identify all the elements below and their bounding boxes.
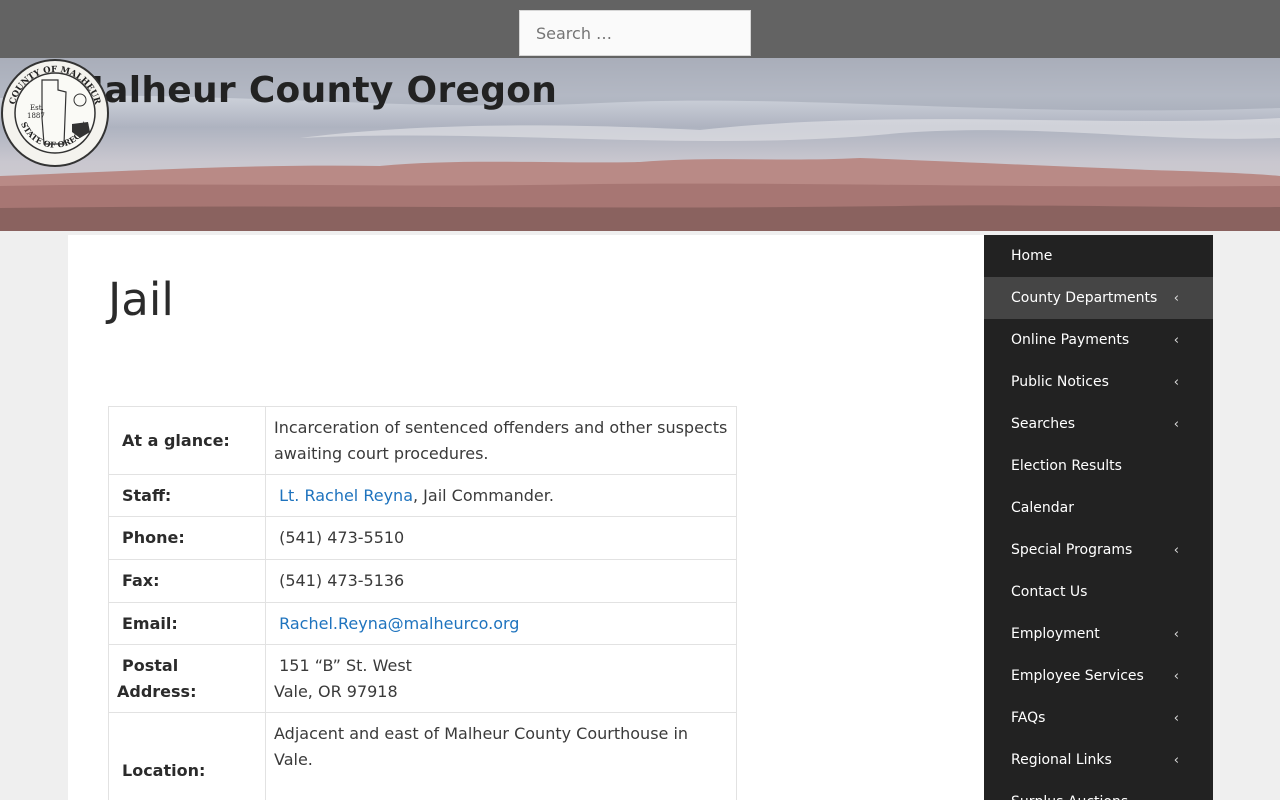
sidebar-nav: Home County Departments ‹ Online Payments ‹ P… [984,235,1213,800]
postal-label-line2: Address: [117,681,197,701]
fax-cell: (541) 473-5136 [265,559,737,603]
sidebar-item-public-notices[interactable]: Public Notices ‹ [984,361,1213,403]
sidebar-item-label: Employment [1011,626,1100,642]
sidebar-item-home[interactable]: Home [984,235,1213,277]
sidebar-item-label: Calendar [1011,500,1074,516]
staff-link[interactable]: Lt. Rachel Reyna [279,486,413,505]
sidebar-item-surplus-auctions[interactable]: Surplus Auctions [984,781,1213,800]
postal-line2: Vale, OR 97918 [274,681,398,701]
table-row: Phone: (541) 473-5510 [108,516,737,560]
sidebar-item-label: FAQs [1011,710,1046,726]
chevron-left-icon[interactable]: ‹ [1174,627,1179,642]
table-row: Fax: (541) 473-5136 [108,559,737,603]
sidebar-item-searches[interactable]: Searches ‹ [984,403,1213,445]
sidebar-item-label: Surplus Auctions [1011,794,1128,800]
chevron-left-icon[interactable]: ‹ [1174,711,1179,726]
chevron-left-icon[interactable]: ‹ [1174,375,1179,390]
email-label: Email: [108,602,266,645]
table-row: Staff: Lt. Rachel Reyna, Jail Commander. [108,474,737,517]
sidebar-item-label: Regional Links [1011,752,1112,768]
sidebar-item-label: Searches [1011,416,1076,432]
chevron-left-icon[interactable]: ‹ [1174,669,1179,684]
chevron-left-icon[interactable]: ‹ [1174,333,1179,348]
sidebar-item-label: Contact Us [1011,584,1088,600]
fax-value: (541) 473-5136 [279,571,405,590]
county-seal-logo[interactable]: COUNTY OF MALHEUR STATE OF OREGON Est. 1… [0,58,110,168]
staff-value: Lt. Rachel Reyna, Jail Commander. [265,474,737,517]
main-content: Jail At a glance: Incarceration of sente… [68,235,984,800]
sidebar-item-employee-services[interactable]: Employee Services ‹ [984,655,1213,697]
svg-text:Est.: Est. [30,104,44,112]
chevron-left-icon[interactable]: ‹ [1174,291,1179,306]
fax-label: Fax: [108,559,266,603]
search-input[interactable] [519,10,751,56]
sidebar-item-label: Public Notices [1011,374,1109,390]
email-link[interactable]: Rachel.Reyna@malheurco.org [279,614,519,633]
email-cell: Rachel.Reyna@malheurco.org [265,602,737,645]
page-title: Jail [108,273,174,326]
sidebar-item-election-results[interactable]: Election Results [984,445,1213,487]
chevron-left-icon[interactable]: ‹ [1174,543,1179,558]
chevron-left-icon[interactable]: ‹ [1174,753,1179,768]
glance-value: Incarceration of sentenced offenders and… [265,406,737,475]
site-title[interactable]: Malheur County Oregon [68,70,557,111]
phone-label: Phone: [108,516,266,560]
postal-label-line1: Postal [122,655,179,675]
sidebar-item-label: Special Programs [1011,542,1133,558]
sidebar-item-special-programs[interactable]: Special Programs ‹ [984,529,1213,571]
location-value: Adjacent and east of Malheur County Cour… [265,712,737,800]
glance-label: At a glance: [108,406,266,475]
sidebar-item-faqs[interactable]: FAQs ‹ [984,697,1213,739]
sidebar-item-label: Home [1011,248,1053,264]
postal-label: Postal Address: [108,644,266,713]
staff-title: , Jail Commander. [413,485,554,505]
chevron-left-icon[interactable]: ‹ [1174,417,1179,432]
table-row: Location: Adjacent and east of Malheur C… [108,712,737,800]
top-bar [0,0,1280,58]
sidebar-item-regional-links[interactable]: Regional Links ‹ [984,739,1213,781]
sidebar-item-county-departments[interactable]: County Departments ‹ [984,277,1213,319]
header-banner: Malheur County Oregon COUNTY OF MALHEUR … [0,58,1280,231]
table-row: Email: Rachel.Reyna@malheurco.org [108,602,737,645]
svg-text:1887: 1887 [27,112,45,120]
sidebar-item-employment[interactable]: Employment ‹ [984,613,1213,655]
sidebar-item-contact-us[interactable]: Contact Us [984,571,1213,613]
sidebar-item-online-payments[interactable]: Online Payments ‹ [984,319,1213,361]
table-row: At a glance: Incarceration of sentenced … [108,406,737,475]
location-label: Location: [108,712,266,800]
sidebar-item-label: Online Payments [1011,332,1130,348]
sidebar-item-label: Election Results [1011,458,1122,474]
phone-value: (541) 473-5510 [279,528,405,547]
postal-line1: 151 “B” St. West [279,655,412,675]
phone-cell: (541) 473-5510 [265,516,737,560]
sidebar-item-label: Employee Services [1011,668,1144,684]
jail-info-table: At a glance: Incarceration of sentenced … [108,406,737,800]
sidebar-item-calendar[interactable]: Calendar [984,487,1213,529]
staff-label: Staff: [108,474,266,517]
postal-value: 151 “B” St. West Vale, OR 97918 [265,644,737,713]
sidebar-item-label: County Departments [1011,290,1158,306]
table-row: Postal Address: 151 “B” St. West Vale, OR … [108,644,737,713]
